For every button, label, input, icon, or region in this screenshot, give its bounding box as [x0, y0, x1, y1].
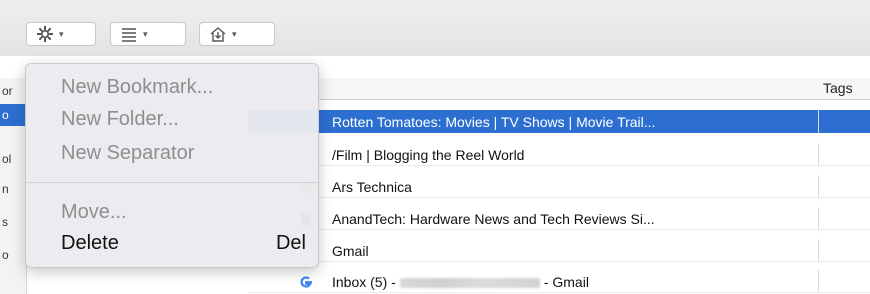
delete-shortcut: Del [275, 232, 306, 254]
table-row[interactable]: Inbox (5) -- Gmail [248, 270, 870, 293]
menu-item-delete[interactable]: Delete [61, 232, 119, 255]
google-icon [298, 274, 314, 290]
menu-item-new-separator[interactable]: New Separator [61, 142, 194, 165]
tags-cell [818, 143, 819, 166]
list-icon [119, 24, 139, 44]
tags-column-header[interactable]: Tags [823, 80, 853, 96]
sidebar-item-label: ol [2, 152, 12, 166]
sidebar-item-label: or [2, 84, 13, 98]
table-row[interactable]: Rotten Tomatoes: Movies | TV Shows | Mov… [248, 110, 870, 133]
organize-button[interactable]: ▾ [26, 22, 96, 46]
table-row[interactable]: /Film | Blogging the Reel World [248, 143, 870, 166]
sidebar-item-label: s [2, 215, 8, 229]
sidebar-item-label: o [2, 108, 9, 122]
chevron-down-icon: ▾ [143, 28, 148, 39]
views-button[interactable]: ▾ [110, 22, 186, 46]
bookmark-title: Inbox (5) -- Gmail [332, 274, 589, 290]
tags-cell [818, 175, 819, 198]
bookmark-title: AnandTech: Hardware News and Tech Review… [332, 211, 655, 227]
tags-cell [818, 207, 819, 230]
menu-item-move[interactable]: Move... [61, 201, 127, 224]
organize-menu: New Bookmark... New Folder... New Separa… [25, 63, 319, 268]
menu-item-new-folder[interactable]: New Folder... [61, 108, 179, 131]
redacted-text [399, 278, 540, 289]
import-backup-icon [208, 24, 228, 44]
menu-item-new-bookmark[interactable]: New Bookmark... [61, 76, 213, 99]
table-row[interactable]: Gmail [248, 239, 870, 262]
table-row[interactable]: AnandTech: Hardware News and Tech Review… [248, 207, 870, 230]
bookmark-title: Rotten Tomatoes: Movies | TV Shows | Mov… [332, 114, 656, 130]
tags-cell [818, 270, 819, 293]
tags-cell [818, 110, 819, 133]
chevron-down-icon: ▾ [232, 28, 237, 39]
bookmark-title: Gmail [332, 243, 369, 259]
tags-cell [818, 239, 819, 262]
bookmark-title: /Film | Blogging the Reel World [332, 147, 525, 163]
library-toolbar: ▾ ▾ ▾ [0, 0, 870, 56]
gear-icon [35, 24, 55, 44]
menu-divider [26, 182, 318, 183]
table-row[interactable]: Ars Technica [248, 175, 870, 198]
sidebar-item-label: n [2, 182, 9, 196]
column-header[interactable] [248, 78, 870, 100]
import-backup-button[interactable]: ▾ [199, 22, 275, 46]
bookmark-title: Ars Technica [332, 179, 412, 195]
sidebar-item-label: o [2, 248, 9, 262]
chevron-down-icon: ▾ [59, 28, 64, 39]
